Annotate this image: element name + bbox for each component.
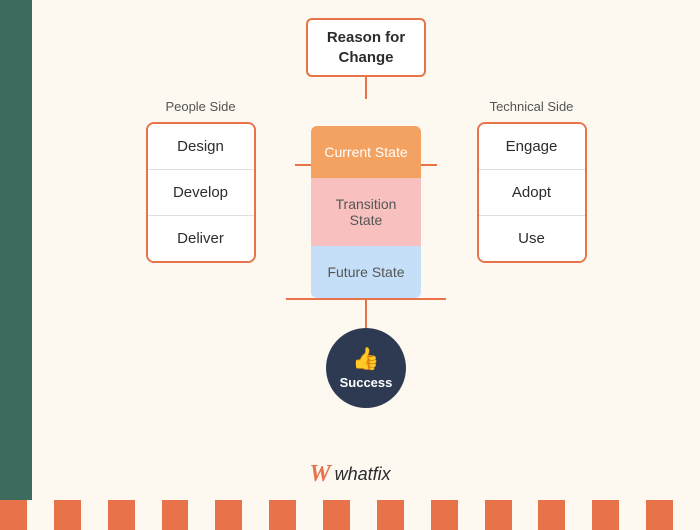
stripe-2 <box>27 500 54 530</box>
future-state-box: Future State <box>311 246 421 298</box>
success-circle: 👍 Success <box>326 328 406 408</box>
left-sidebar <box>0 0 32 500</box>
people-side-box: Design Develop Deliver <box>146 122 256 263</box>
people-side: People Side Design Develop Deliver <box>106 99 295 263</box>
technical-side-box: Engage Adopt Use <box>477 122 587 263</box>
stripe-9 <box>215 500 242 530</box>
transition-state-box: Transition State <box>311 178 421 246</box>
stripe-22 <box>565 500 592 530</box>
bottom-stripe <box>0 500 700 530</box>
stripe-8 <box>188 500 215 530</box>
stripe-17 <box>431 500 458 530</box>
stripe-4 <box>81 500 108 530</box>
technical-item-adopt: Adopt <box>479 170 585 216</box>
stripe-5 <box>108 500 135 530</box>
technical-side: Technical Side Engage Adopt Use <box>437 99 626 263</box>
people-item-deliver: Deliver <box>148 216 254 261</box>
success-label: Success <box>340 375 393 390</box>
bottom-v-connector <box>365 298 367 328</box>
people-side-label: People Side <box>165 99 235 114</box>
stripe-18 <box>458 500 485 530</box>
main-content: Reason for Change People Side Design Dev… <box>32 0 700 500</box>
stripe-3 <box>54 500 81 530</box>
current-state-box: Current State <box>311 126 421 178</box>
top-connector-line <box>365 77 367 99</box>
technical-side-label: Technical Side <box>490 99 574 114</box>
stripe-15 <box>377 500 404 530</box>
technical-item-engage: Engage <box>479 124 585 170</box>
stripe-13 <box>323 500 350 530</box>
stripe-20 <box>512 500 539 530</box>
stripe-19 <box>485 500 512 530</box>
stripe-12 <box>296 500 323 530</box>
thumbs-up-icon: 👍 <box>352 346 379 372</box>
reason-title: Reason for <box>327 29 405 46</box>
reason-title2: Change <box>338 49 393 66</box>
stripe-6 <box>135 500 162 530</box>
people-item-develop: Develop <box>148 170 254 216</box>
reason-for-change-box: Reason for Change <box>306 18 426 77</box>
whatfix-brand-text: whatfix <box>335 464 391 485</box>
stripe-24 <box>619 500 646 530</box>
whatfix-logo: W whatfix <box>309 461 390 488</box>
stripe-23 <box>592 500 619 530</box>
stripe-26 <box>673 500 700 530</box>
technical-item-use: Use <box>479 216 585 261</box>
stripe-25 <box>646 500 673 530</box>
whatfix-w-icon: W <box>309 461 330 488</box>
stripe-21 <box>538 500 565 530</box>
middle-row: People Side Design Develop Deliver Curre… <box>106 99 626 298</box>
stripe-7 <box>162 500 189 530</box>
h-connector-right <box>421 164 437 166</box>
stripe-1 <box>0 500 27 530</box>
stripe-16 <box>404 500 431 530</box>
bottom-connector-area <box>236 298 496 328</box>
stripe-11 <box>269 500 296 530</box>
states-column: Current State Transition State Future St… <box>311 126 421 298</box>
people-item-design: Design <box>148 124 254 170</box>
stripe-10 <box>242 500 269 530</box>
stripe-14 <box>350 500 377 530</box>
h-connector-left <box>295 164 311 166</box>
